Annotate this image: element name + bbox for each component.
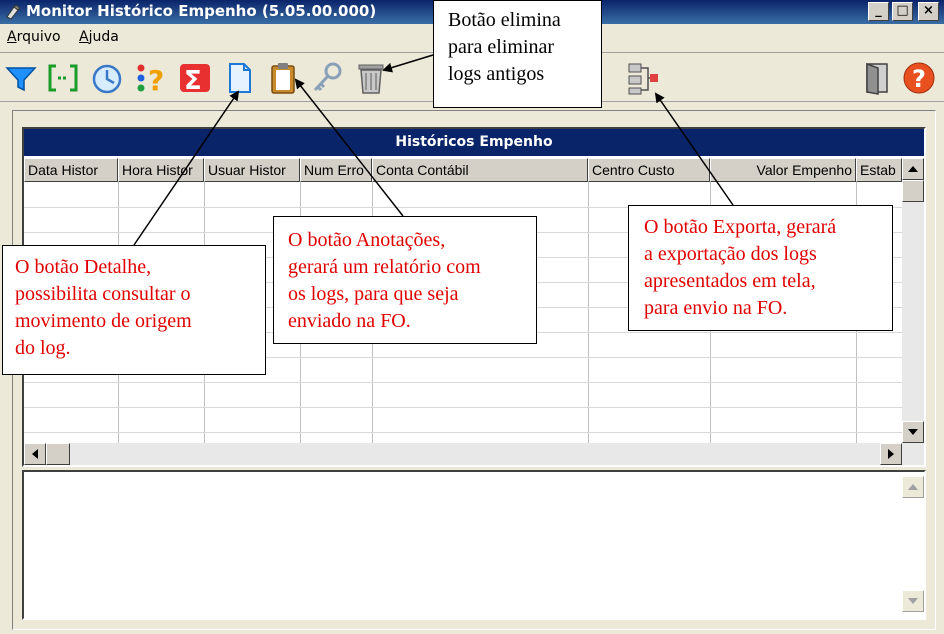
menu-arquivo-mnemonic: A (7, 29, 17, 45)
callout-line: possibilita consultar o (15, 283, 191, 305)
menu-ajuda[interactable]: Ajuda (79, 29, 119, 45)
scroll-thumb[interactable] (902, 180, 924, 202)
elimina-button[interactable] (354, 60, 388, 96)
callout-line: logs antigos (448, 63, 545, 85)
grid-row-divider (24, 382, 902, 383)
help-button[interactable]: ? (902, 60, 936, 96)
memo-vertical-scrollbar[interactable] (902, 472, 924, 618)
window-title: Monitor Histórico Empenho (5.05.00.000) (26, 2, 377, 20)
scroll-up-button[interactable] (902, 158, 924, 180)
question-icon: ? (137, 64, 164, 97)
arrow-left-icon (32, 449, 38, 459)
anotacoes-button[interactable] (266, 60, 300, 96)
svg-text:?: ? (912, 65, 926, 93)
bracket-select-icon (48, 64, 78, 92)
svg-text:Σ: Σ (184, 66, 202, 96)
callout-line: para eliminar (448, 36, 555, 58)
svg-text:?: ? (148, 64, 164, 96)
callout-anotacoes: O botão Anotações, gerará um relatório c… (273, 216, 537, 344)
grid-vertical-scrollbar[interactable] (902, 158, 924, 443)
help-icon: ? (903, 62, 935, 94)
grid-col-divider (588, 182, 589, 443)
export-network-icon (628, 63, 658, 95)
menu-ajuda-label: juda (88, 29, 119, 45)
col-conta-contabil[interactable]: Conta Contábil (372, 158, 588, 182)
key-button[interactable] (310, 60, 344, 96)
grid-row-divider (24, 432, 902, 433)
callout-line: gerará um relatório com (288, 256, 481, 278)
callout-line: Botão elimina (448, 9, 561, 31)
callout-elimina: Botão elimina para eliminar logs antigos (433, 0, 602, 108)
scroll-left-button[interactable] (24, 443, 46, 465)
scroll-right-button[interactable] (880, 443, 902, 465)
query-button[interactable]: ? (134, 60, 168, 97)
callout-line: do log. (15, 337, 71, 359)
callout-line: movimento de origem (15, 310, 192, 332)
menu-arquivo[interactable]: Arquivo (7, 29, 61, 45)
history-time-button[interactable] (90, 60, 124, 96)
col-data-histor[interactable]: Data Histor (24, 158, 118, 182)
exit-door-icon (866, 62, 888, 95)
col-usuar-histor[interactable]: Usuar Histor (204, 158, 300, 182)
callout-line: O botão Anotações, (288, 229, 446, 251)
memo-scroll-down-button[interactable] (902, 590, 924, 612)
arrow-up-icon (908, 166, 918, 172)
detalhe-button[interactable] (222, 60, 256, 96)
select-range-button[interactable] (46, 60, 80, 96)
memo-scroll-up-button[interactable] (902, 476, 924, 498)
clock-icon (92, 64, 122, 94)
callout-line: O botão Exporta, gerará (644, 216, 837, 238)
callout-line: enviado na FO. (288, 310, 411, 332)
callout-detalhe: O botão Detalhe, possibilita consultar o… (2, 245, 266, 375)
menu-ajuda-mnemonic: A (79, 29, 89, 45)
arrow-down-icon (908, 598, 918, 604)
exporta-button[interactable] (626, 60, 660, 96)
sigma-icon: Σ (180, 64, 210, 96)
grid-title: Históricos Empenho (24, 129, 924, 156)
scroll-thumb[interactable] (46, 443, 70, 465)
sum-button[interactable]: Σ (178, 60, 212, 96)
col-valor-empenho[interactable]: Valor Empenho (710, 158, 856, 182)
arrow-down-icon (908, 429, 918, 435)
grid-row-divider (24, 407, 902, 408)
callout-line: os logs, para que seja (288, 283, 459, 305)
key-icon (313, 62, 342, 92)
scroll-down-button[interactable] (902, 421, 924, 443)
exit-button[interactable] (860, 60, 894, 96)
arrow-up-icon (908, 484, 918, 490)
callout-line: apresentados em tela, (644, 270, 816, 292)
filter-button[interactable] (4, 60, 38, 96)
col-centro-custo[interactable]: Centro Custo (588, 158, 710, 182)
callout-line: O botão Detalhe, (15, 256, 152, 278)
menu-arquivo-label: rquivo (16, 29, 61, 45)
callout-line: a exportação dos logs (644, 243, 817, 265)
grid-horizontal-scrollbar[interactable] (24, 443, 924, 465)
callout-line: para envio na FO. (644, 297, 788, 319)
app-icon (6, 4, 21, 20)
col-hora-histor[interactable]: Hora Histor (118, 158, 204, 182)
filter-icon (5, 67, 37, 92)
minimize-button[interactable]: _ (868, 2, 889, 21)
col-num-erro[interactable]: Num Erro (300, 158, 372, 182)
col-estab[interactable]: Estab (856, 158, 902, 182)
callout-exporta: O botão Exporta, gerará a exportação dos… (628, 205, 893, 331)
maximize-button[interactable]: □ (892, 2, 913, 21)
document-icon (229, 63, 251, 93)
clipboard-icon (271, 63, 295, 94)
log-detail-memo[interactable] (22, 470, 926, 620)
arrow-right-icon (888, 449, 894, 459)
close-button[interactable]: × (918, 2, 939, 21)
trash-icon (358, 64, 384, 94)
